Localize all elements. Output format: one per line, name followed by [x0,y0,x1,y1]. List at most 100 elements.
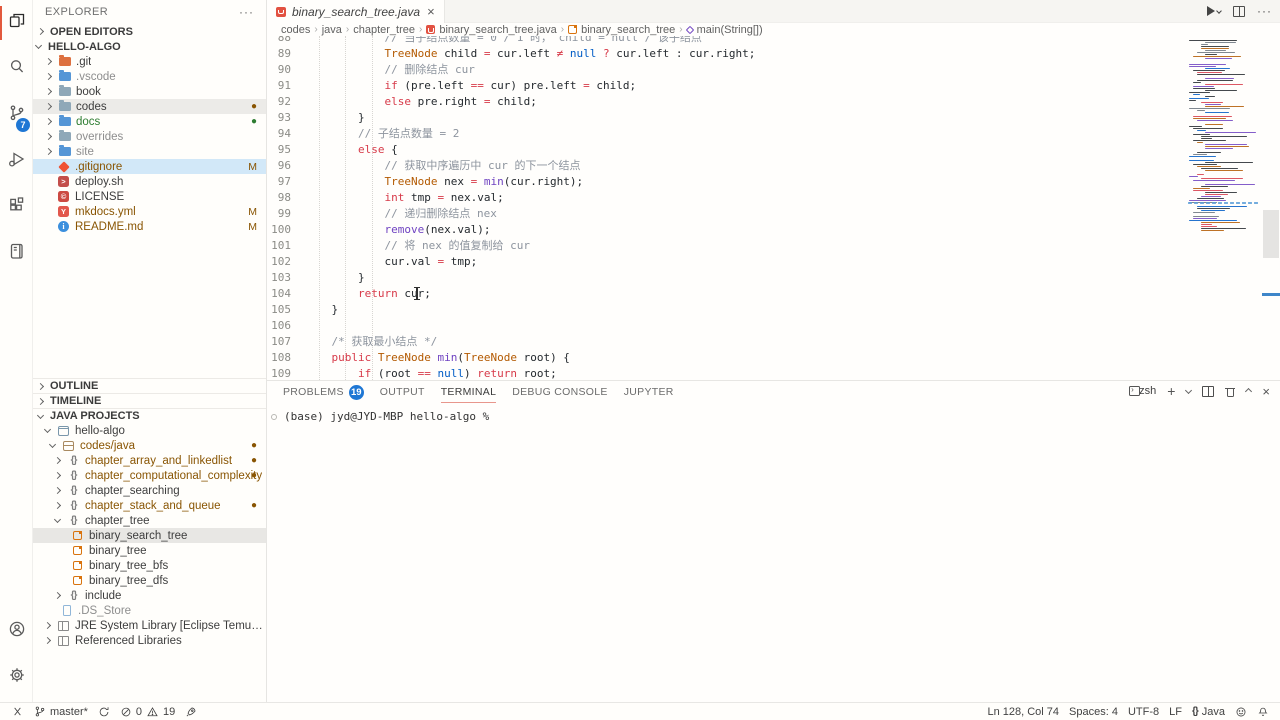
code-line[interactable]: 91 if (pre.left == cur) pre.left = child… [267,78,1280,94]
status-indentation[interactable]: Spaces: 4 [1064,703,1123,720]
java-project-item[interactable]: binary_tree_bfs [33,558,266,573]
breadcrumb-item[interactable]: java [322,24,342,36]
explorer-item[interactable]: docs● [33,114,266,129]
sidebar-section-header[interactable]: OPEN EDITORS [33,24,266,39]
terminal-prompt[interactable]: (base) jyd@JYD-MBP hello-algo % [284,410,489,423]
sync-button[interactable] [93,703,115,720]
explorer-item[interactable]: .git [33,54,266,69]
status-cursor-position[interactable]: Ln 128, Col 74 [982,703,1064,720]
remote-indicator[interactable] [6,703,29,720]
java-project-item[interactable]: .DS_Store [33,603,266,618]
java-project-item[interactable]: hello-algo [33,423,266,438]
explorer-item[interactable]: .vscode [33,69,266,84]
chevron-down-icon[interactable] [1185,386,1192,393]
java-project-item[interactable]: binary_tree [33,543,266,558]
split-editor-button[interactable] [1233,6,1245,17]
close-icon[interactable]: × [427,5,435,18]
java-project-item[interactable]: {}chapter_computational_complexity● [33,468,266,483]
notifications-bell-button[interactable] [1252,703,1274,720]
code-line[interactable]: 94 // 子结点数量 = 2 [267,126,1280,142]
run-debug-activity-button[interactable] [0,138,33,184]
code-line[interactable]: 103 } [267,270,1280,286]
code-line[interactable]: 107 /* 获取最小结点 */ [267,334,1280,350]
code-line[interactable]: 92 else pre.right = child; [267,94,1280,110]
explorer-activity-button[interactable] [0,0,33,46]
code-line[interactable]: 89 TreeNode child = cur.left ≠ null ? cu… [267,46,1280,62]
status-eol[interactable]: LF [1164,703,1187,720]
notebook-activity-button[interactable] [0,230,33,276]
code-line[interactable]: 101 // 将 nex 的值复制给 cur [267,238,1280,254]
explorer-item[interactable]: Ymkdocs.ymlM [33,204,266,219]
breadcrumb-item[interactable]: main(String[]) [687,24,763,36]
search-activity-button[interactable] [0,46,33,92]
explorer-item[interactable]: iREADME.mdM [33,219,266,234]
code-line[interactable]: 88 // 当子结点数量 = 0 / 1 时， child = null / 该… [267,36,1280,46]
code-line[interactable]: 97 TreeNode nex = min(cur.right); [267,174,1280,190]
explorer-item[interactable]: book [33,84,266,99]
java-project-item[interactable]: Referenced Libraries [33,633,266,648]
maximize-panel-button[interactable] [1245,387,1252,394]
problems-status[interactable]: 0 19 [115,703,180,720]
java-project-item[interactable]: {}include [33,588,266,603]
more-actions-icon[interactable]: ··· [239,5,254,19]
explorer-item[interactable]: codes● [33,99,266,114]
explorer-item[interactable]: ©LICENSE [33,189,266,204]
java-project-item[interactable]: binary_tree_dfs [33,573,266,588]
code-line[interactable]: 93 } [267,110,1280,126]
explorer-item[interactable]: .gitignoreM [33,159,266,174]
panel-tab-problems[interactable]: PROBLEMS19 [283,382,364,403]
panel-tab-debug-console[interactable]: DEBUG CONSOLE [512,382,608,403]
java-project-item[interactable]: {}chapter_stack_and_queue● [33,498,266,513]
new-terminal-button[interactable]: + [1167,384,1175,398]
breadcrumb-item[interactable]: binary_search_tree.java [426,24,556,36]
panel-tab-output[interactable]: OUTPUT [380,382,425,403]
sidebar-section-header[interactable]: JAVA PROJECTS [33,408,266,423]
minimap[interactable] [1186,36,1262,380]
feedback-smiley-button[interactable] [1230,703,1252,720]
code-line[interactable]: 99 // 递归删除结点 nex [267,206,1280,222]
code-line[interactable]: 96 // 获取中序遍历中 cur 的下一个结点 [267,158,1280,174]
run-button[interactable] [1207,6,1221,16]
java-project-item[interactable]: codes/java● [33,438,266,453]
code-line[interactable]: 108 public TreeNode min(TreeNode root) { [267,350,1280,366]
sidebar-section-header[interactable]: TIMELINE [33,393,266,408]
kill-terminal-button[interactable] [1225,386,1235,397]
split-terminal-button[interactable] [1202,386,1214,397]
breadcrumb-item[interactable]: binary_search_tree [568,24,675,36]
code-line[interactable]: 105 } [267,302,1280,318]
scrollbar-slider[interactable] [1263,210,1279,258]
java-project-item[interactable]: {}chapter_tree [33,513,266,528]
breadcrumb-item[interactable]: chapter_tree [353,24,415,36]
status-language-mode[interactable]: {}Java [1187,703,1230,720]
java-server-status[interactable] [180,703,202,720]
code-editor[interactable]: 88 // 当子结点数量 = 0 / 1 时， child = null / 该… [267,36,1280,380]
code-line[interactable]: 100 remove(nex.val); [267,222,1280,238]
source-control-activity-button[interactable]: 7 [0,92,33,138]
close-panel-button[interactable]: × [1262,385,1270,398]
java-project-item[interactable]: JRE System Library [Eclipse Temurin 17 [… [33,618,266,633]
code-line[interactable]: 106 [267,318,1280,334]
code-line[interactable]: 95 else { [267,142,1280,158]
sidebar-section-header[interactable]: OUTLINE [33,378,266,393]
status-encoding[interactable]: UTF-8 [1123,703,1164,720]
breadcrumb-item[interactable]: codes [281,24,310,36]
code-line[interactable]: 102 cur.val = tmp; [267,254,1280,270]
panel-tab-terminal[interactable]: TERMINAL [441,382,497,403]
extensions-activity-button[interactable] [0,184,33,230]
java-project-item[interactable]: {}chapter_array_and_linkedlist● [33,453,266,468]
account-button[interactable] [0,608,33,654]
panel-tab-jupyter[interactable]: JUPYTER [624,382,674,403]
code-line[interactable]: 109 if (root == null) return root; [267,366,1280,380]
tab-binary-search-tree[interactable]: binary_search_tree.java × [267,0,445,23]
explorer-item[interactable]: site [33,144,266,159]
code-line[interactable]: 90 // 删除结点 cur [267,62,1280,78]
java-project-item[interactable]: binary_search_tree [33,528,266,543]
settings-button[interactable] [0,654,33,700]
code-line[interactable]: 98 int tmp = nex.val; [267,190,1280,206]
git-branch-status[interactable]: master* [29,703,93,720]
more-actions-icon[interactable]: ··· [1257,4,1272,18]
java-project-item[interactable]: {}chapter_searching [33,483,266,498]
sidebar-root-folder[interactable]: HELLO-ALGO [33,39,266,54]
explorer-item[interactable]: >deploy.sh [33,174,266,189]
explorer-item[interactable]: overrides [33,129,266,144]
